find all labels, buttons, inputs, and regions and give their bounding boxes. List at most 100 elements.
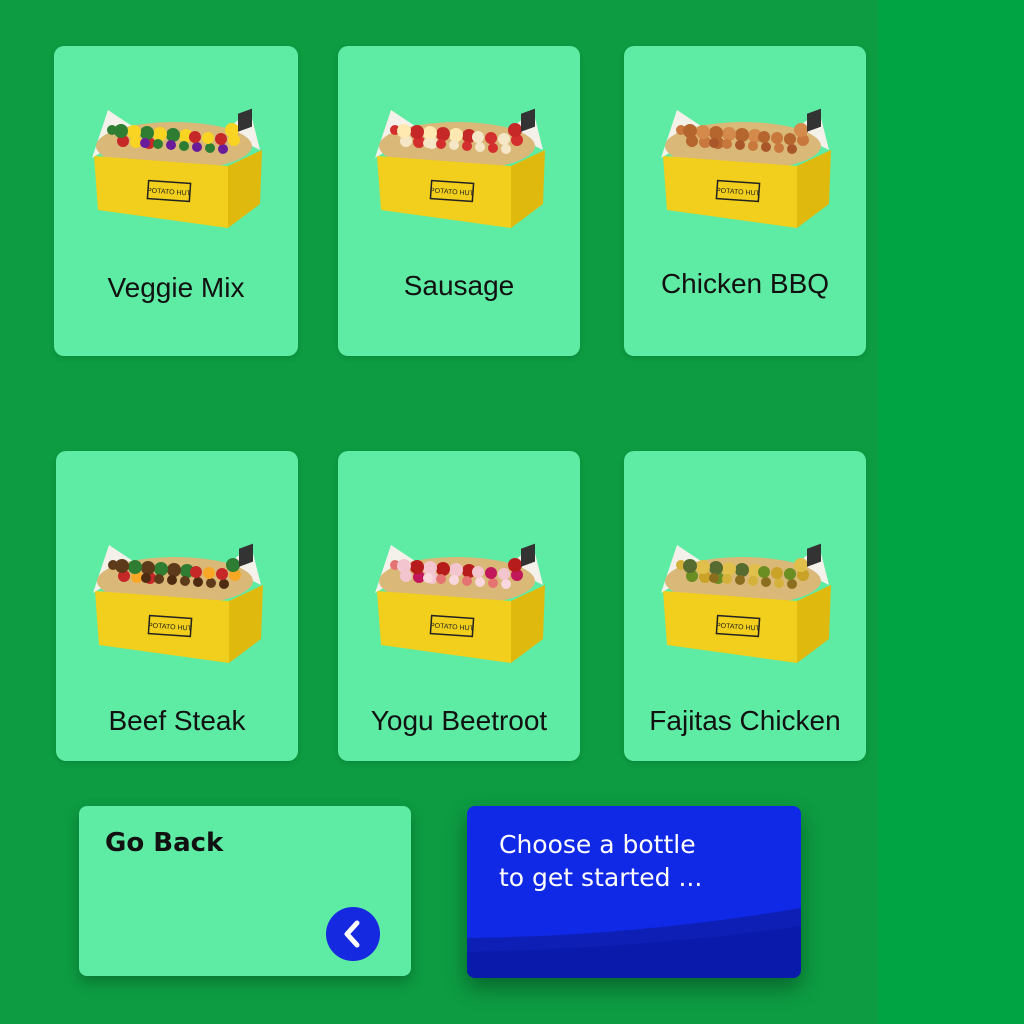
topping — [722, 562, 736, 576]
menu-item-sausage[interactable]: POTATO HUT Sausage — [338, 46, 580, 356]
topping — [488, 578, 498, 588]
topping — [153, 127, 167, 141]
topping — [141, 573, 151, 583]
topping — [436, 562, 450, 576]
topping — [485, 132, 497, 144]
topping — [180, 576, 190, 586]
topping — [472, 566, 484, 578]
topping — [722, 127, 736, 141]
topping — [218, 144, 228, 154]
topping — [449, 140, 459, 150]
topping — [436, 574, 446, 584]
menu-item-label: Chicken BBQ — [660, 268, 830, 299]
topping — [771, 567, 783, 579]
topping — [449, 563, 463, 577]
topping — [761, 142, 771, 152]
topping — [794, 123, 808, 137]
topping — [485, 567, 497, 579]
topping — [784, 568, 796, 580]
topping — [166, 140, 176, 150]
topping — [397, 124, 411, 138]
topping — [475, 577, 485, 587]
topping — [410, 125, 424, 139]
topping — [462, 576, 472, 586]
topping — [189, 131, 201, 143]
box-side — [228, 150, 262, 228]
menu-item-chicken-bbq[interactable]: POTATO HUT Chicken BBQ — [624, 46, 866, 356]
topping — [787, 144, 797, 154]
back-circle-button[interactable] — [326, 907, 380, 961]
topping — [784, 133, 796, 145]
chicken-bbq-image: POTATO HUT — [661, 108, 831, 228]
topping — [735, 128, 749, 142]
topping — [167, 563, 181, 577]
info-line-2: to get started ... — [499, 863, 703, 892]
menu-item-label: Beef Steak — [108, 705, 246, 736]
box-side — [797, 150, 831, 228]
topping — [774, 143, 784, 153]
topping — [696, 125, 710, 139]
box-side — [229, 585, 263, 663]
topping — [498, 133, 510, 145]
topping — [722, 574, 732, 584]
topping — [423, 126, 437, 140]
box-side — [511, 150, 545, 228]
info-card: Choose a bottle to get started ... — [467, 806, 801, 978]
menu-item-label: Fajitas Chicken — [649, 705, 841, 736]
topping — [475, 142, 485, 152]
chevron-left-icon — [344, 920, 360, 948]
topping — [774, 578, 784, 588]
topping — [501, 579, 511, 589]
topping — [758, 131, 770, 143]
menu-item-fajitas-chicken[interactable]: POTATO HUT Fajitas Chicken — [624, 451, 866, 761]
topping — [508, 558, 522, 572]
topping — [709, 573, 719, 583]
box-side — [797, 585, 831, 663]
menu-item-veggie-mix[interactable]: POTATO HUT Veggie Mix — [54, 46, 298, 356]
topping — [722, 139, 732, 149]
topping — [436, 139, 446, 149]
topping — [498, 568, 510, 580]
go-back-label: Go Back — [105, 828, 224, 858]
topping — [696, 560, 710, 574]
menu-panel: POTATO HUT Veggie Mix POTATO HUT Sausage… — [0, 0, 878, 1024]
topping — [735, 140, 745, 150]
topping — [127, 125, 141, 139]
topping — [128, 560, 142, 574]
topping — [193, 577, 203, 587]
menu-item-yogu-beetroot[interactable]: POTATO HUT Yogu Beetroot — [338, 451, 580, 761]
topping — [219, 579, 229, 589]
topping — [226, 558, 240, 572]
topping — [709, 561, 723, 575]
topping — [115, 559, 129, 573]
topping — [683, 559, 697, 573]
topping — [190, 566, 202, 578]
topping — [423, 561, 437, 575]
topping — [709, 126, 723, 140]
topping — [167, 575, 177, 585]
topping — [423, 573, 433, 583]
topping — [192, 142, 202, 152]
go-back-button[interactable]: Go Back — [79, 806, 411, 976]
topping — [140, 126, 154, 140]
topping — [735, 563, 749, 577]
veggie-mix-image: POTATO HUT — [92, 108, 262, 228]
topping — [758, 566, 770, 578]
beef-steak-image: POTATO HUT — [93, 543, 263, 663]
menu-item-label: Veggie Mix — [107, 272, 245, 303]
topping — [462, 141, 472, 151]
topping — [216, 568, 228, 580]
topping — [449, 128, 463, 142]
topping — [114, 124, 128, 138]
fajitas-chicken-image: POTATO HUT — [661, 543, 831, 663]
topping — [472, 131, 484, 143]
menu-item-beef-steak[interactable]: POTATO HUT Beef Steak — [56, 451, 298, 761]
topping — [225, 123, 239, 137]
topping — [166, 128, 180, 142]
topping — [748, 576, 758, 586]
yogu-beetroot-image: POTATO HUT — [375, 543, 545, 663]
info-message: Choose a bottle to get started ... — [499, 828, 779, 894]
topping — [683, 124, 697, 138]
topping — [179, 141, 189, 151]
topping — [423, 138, 433, 148]
